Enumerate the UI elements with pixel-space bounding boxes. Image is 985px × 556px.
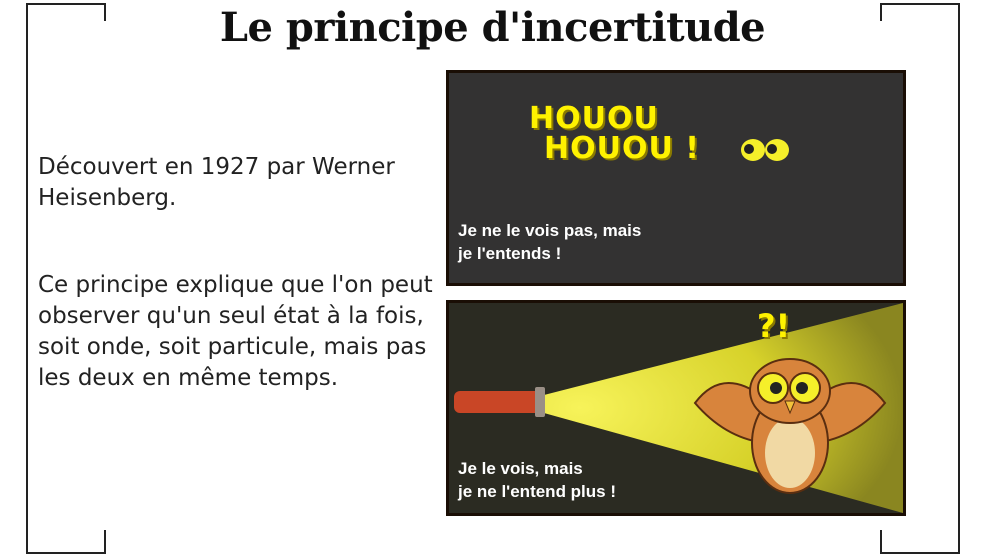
frame-tick-bottom-right: [880, 530, 882, 552]
paragraph-explanation: Ce principe explique que l'on peut obser…: [38, 272, 433, 391]
owl-exclamation: ?!: [757, 307, 791, 345]
owl-eyes-in-dark-icon: [741, 139, 789, 161]
frame-corner-bottom-right: [880, 530, 960, 554]
frame-tick-bottom-left: [104, 530, 106, 552]
comic-panel-seeing: ?! Je le vois, mais je ne l'entend plus …: [446, 300, 906, 516]
slide-title: Le principe d'incertitude: [219, 4, 766, 51]
paragraph-discovery: Découvert en 1927 par Werner Heisenberg.: [38, 154, 395, 211]
caption-hearing-line1: Je ne le vois pas, mais: [458, 221, 642, 240]
comic-panel-hearing: HOUOU HOUOU ! Je ne le vois pas, mais je…: [446, 70, 906, 286]
frame-edge-right: [958, 23, 960, 533]
caption-seeing: Je le vois, mais je ne l'entend plus !: [458, 457, 616, 503]
frame-edge-left: [26, 23, 28, 533]
sound-text-line2: HOUOU !: [544, 131, 700, 166]
caption-seeing-line1: Je le vois, mais: [458, 459, 583, 478]
caption-hearing-line2: je l'entends !: [458, 244, 562, 263]
frame-corner-bottom-left: [26, 530, 106, 554]
caption-seeing-line2: je ne l'entend plus !: [458, 482, 617, 501]
owl-icon: [693, 358, 887, 494]
caption-hearing: Je ne le vois pas, mais je l'entends !: [458, 219, 641, 265]
